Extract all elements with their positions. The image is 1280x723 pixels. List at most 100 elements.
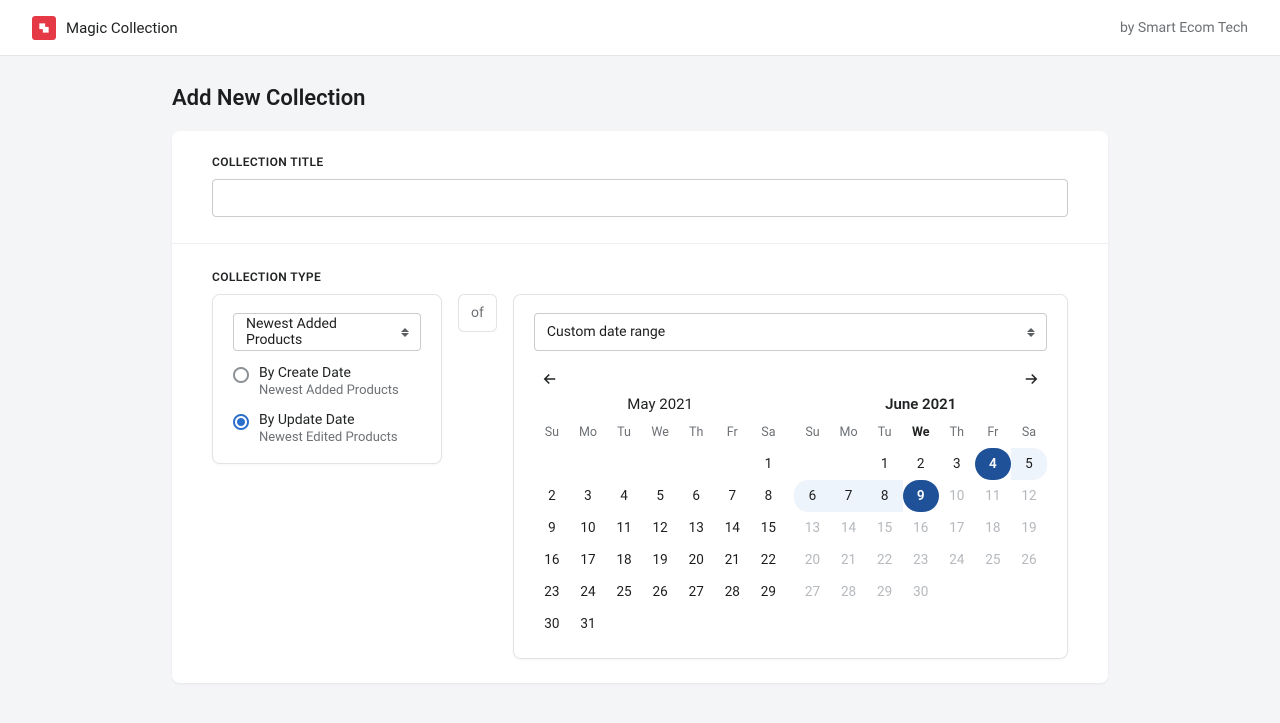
day-cell[interactable]: 7 [831, 480, 867, 512]
day-cell[interactable]: 8 [867, 480, 903, 512]
calendar-nav [536, 365, 1045, 393]
day-cell: 21 [831, 544, 867, 576]
day-blank [714, 448, 750, 480]
day-cell[interactable]: 10 [570, 512, 606, 544]
prev-month-button[interactable] [536, 365, 564, 393]
date-mode-select[interactable]: Custom date range [534, 313, 1047, 351]
select-caret-icon [1026, 325, 1036, 339]
day-cell[interactable]: 4 [975, 448, 1011, 480]
month-title: May 2021 [534, 395, 787, 413]
date-basis-radio-group: By Create Date Newest Added Products By Up… [233, 365, 421, 445]
collection-title-input[interactable] [212, 179, 1068, 217]
form-card: COLLECTION TITLE COLLECTION TYPE Newest … [172, 131, 1108, 683]
weekday-label: Th [678, 419, 714, 448]
radio-option[interactable]: By Update DateNewest Edited Products [233, 412, 421, 445]
day-cell[interactable]: 20 [678, 544, 714, 576]
of-connector: of [458, 294, 497, 332]
day-cell[interactable]: 13 [678, 512, 714, 544]
weekday-label: Sa [750, 419, 786, 448]
calendar-month: May 2021SuMoTuWeThFrSa123456789101112131… [534, 395, 787, 640]
day-cell: 29 [867, 576, 903, 608]
weekday-label: Tu [606, 419, 642, 448]
day-cell: 28 [831, 576, 867, 608]
content: Add New Collection COLLECTION TITLE COLL… [172, 56, 1108, 723]
day-cell[interactable]: 12 [642, 512, 678, 544]
date-range-box: Custom date range May 2021SuMoTuWeThFrSa… [513, 294, 1068, 659]
day-cell[interactable]: 2 [534, 480, 570, 512]
weekday-label: Th [939, 419, 975, 448]
day-cell[interactable]: 4 [606, 480, 642, 512]
day-cell[interactable]: 16 [534, 544, 570, 576]
day-cell: 26 [1011, 544, 1047, 576]
calendar-months: May 2021SuMoTuWeThFrSa123456789101112131… [534, 395, 1047, 640]
radio-label: By Create Date [259, 365, 399, 381]
day-cell[interactable]: 27 [678, 576, 714, 608]
day-cell[interactable]: 11 [606, 512, 642, 544]
day-cell: 22 [867, 544, 903, 576]
weekday-header: SuMoTuWeThFrSa [794, 419, 1047, 448]
day-blank [570, 448, 606, 480]
day-cell[interactable]: 5 [642, 480, 678, 512]
radio-indicator [233, 414, 249, 430]
app-name: Magic Collection [66, 19, 178, 37]
day-cell: 13 [794, 512, 830, 544]
day-cell[interactable]: 28 [714, 576, 750, 608]
day-cell: 14 [831, 512, 867, 544]
days-grid: 1234567891011121314151617181920212223242… [794, 448, 1047, 608]
day-cell[interactable]: 19 [642, 544, 678, 576]
day-cell[interactable]: 24 [570, 576, 606, 608]
weekday-label: We [642, 419, 678, 448]
day-cell[interactable]: 31 [570, 608, 606, 640]
day-cell[interactable]: 1 [867, 448, 903, 480]
day-cell[interactable]: 7 [714, 480, 750, 512]
radio-sublabel: Newest Edited Products [259, 430, 398, 445]
day-cell[interactable]: 18 [606, 544, 642, 576]
day-cell: 27 [794, 576, 830, 608]
weekday-label: Mo [570, 419, 606, 448]
radio-sublabel: Newest Added Products [259, 383, 399, 398]
day-blank [534, 448, 570, 480]
day-cell[interactable]: 17 [570, 544, 606, 576]
radio-option[interactable]: By Create Date Newest Added Products [233, 365, 421, 398]
day-cell: 24 [939, 544, 975, 576]
day-cell[interactable]: 26 [642, 576, 678, 608]
day-cell[interactable]: 9 [903, 480, 939, 512]
day-cell: 11 [975, 480, 1011, 512]
day-cell[interactable]: 2 [903, 448, 939, 480]
day-cell[interactable]: 22 [750, 544, 786, 576]
weekday-label: Fr [975, 419, 1011, 448]
divider [172, 243, 1108, 244]
day-cell[interactable]: 5 [1011, 448, 1047, 480]
weekday-label: Fr [714, 419, 750, 448]
day-cell[interactable]: 29 [750, 576, 786, 608]
weekday-label: We [903, 419, 939, 448]
day-cell[interactable]: 14 [714, 512, 750, 544]
weekday-header: SuMoTuWeThFrSa [534, 419, 787, 448]
day-cell[interactable]: 21 [714, 544, 750, 576]
next-month-button[interactable] [1017, 365, 1045, 393]
day-cell[interactable]: 3 [570, 480, 606, 512]
day-cell[interactable]: 8 [750, 480, 786, 512]
day-cell: 23 [903, 544, 939, 576]
day-cell[interactable]: 15 [750, 512, 786, 544]
month-title: June 2021 [794, 395, 1047, 413]
day-cell: 18 [975, 512, 1011, 544]
day-cell: 12 [1011, 480, 1047, 512]
day-cell[interactable]: 1 [750, 448, 786, 480]
day-cell[interactable]: 9 [534, 512, 570, 544]
day-cell[interactable]: 6 [794, 480, 830, 512]
weekday-label: Mo [831, 419, 867, 448]
product-filter-select[interactable]: Newest Added Products [233, 313, 421, 351]
radio-indicator [233, 367, 249, 383]
day-cell[interactable]: 23 [534, 576, 570, 608]
day-cell: 25 [975, 544, 1011, 576]
calendar-month: June 2021SuMoTuWeThFrSa12345678910111213… [794, 395, 1047, 640]
day-cell[interactable]: 30 [534, 608, 570, 640]
day-cell[interactable]: 6 [678, 480, 714, 512]
top-bar: Magic Collection by Smart Ecom Tech [0, 0, 1280, 56]
day-cell[interactable]: 25 [606, 576, 642, 608]
day-blank [678, 448, 714, 480]
weekday-label: Su [794, 419, 830, 448]
day-cell[interactable]: 3 [939, 448, 975, 480]
day-cell: 10 [939, 480, 975, 512]
